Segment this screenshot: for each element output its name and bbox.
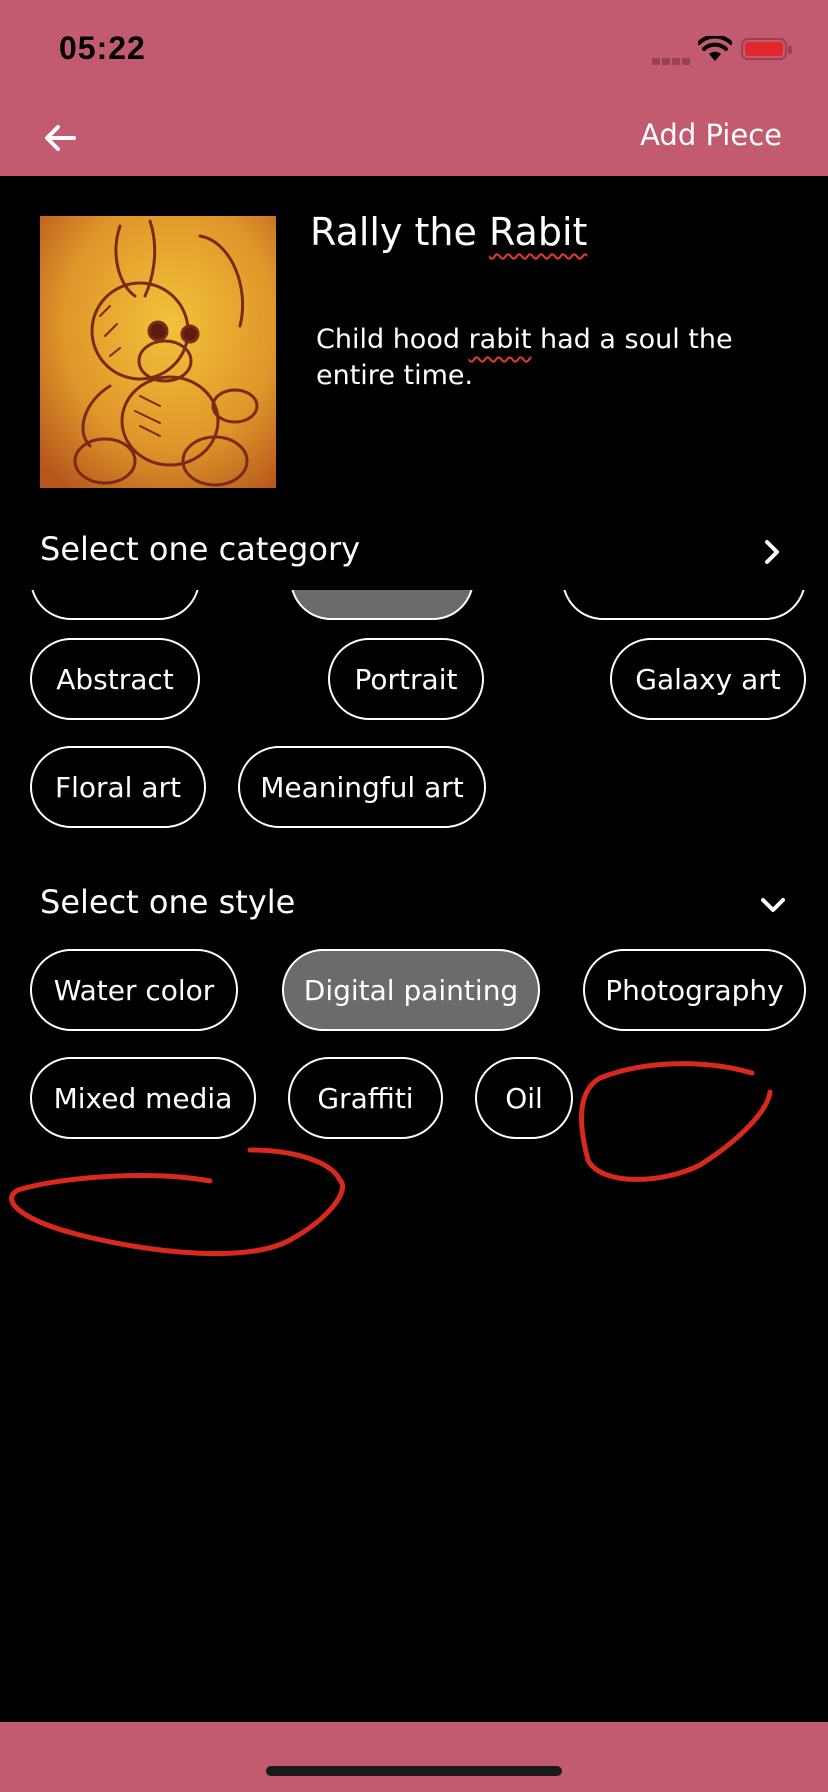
piece-title[interactable]: Rally the Rabit <box>310 210 587 254</box>
status-time: 05:22 <box>59 30 146 66</box>
wifi-icon <box>698 36 732 61</box>
status-bar: 05:22 <box>0 0 828 100</box>
back-arrow-icon[interactable] <box>40 118 80 158</box>
style-chip-photography[interactable]: Photography <box>583 949 806 1031</box>
battery-icon <box>741 38 792 60</box>
chevron-down-icon[interactable] <box>758 890 788 920</box>
nav-title: Add Piece <box>640 118 782 152</box>
home-indicator[interactable] <box>266 1766 562 1776</box>
style-chip-oil[interactable]: Oil <box>475 1057 573 1139</box>
piece-description[interactable]: Child hood rabit had a soul the entire t… <box>316 322 756 394</box>
chevron-right-icon[interactable] <box>757 537 787 567</box>
category-chip-galaxy-art[interactable]: Galaxy art <box>610 638 806 720</box>
category-chip-hidden-selected[interactable] <box>290 590 474 620</box>
category-chip-portrait[interactable]: Portrait <box>328 638 484 720</box>
style-chip-mixed-media[interactable]: Mixed media <box>30 1057 256 1139</box>
nav-bar: Add Piece <box>0 100 828 176</box>
style-chip-water-color[interactable]: Water color <box>30 949 238 1031</box>
style-chip-graffiti[interactable]: Graffiti <box>288 1057 443 1139</box>
artwork-thumbnail[interactable] <box>40 216 276 488</box>
category-chip-hidden[interactable] <box>562 590 806 620</box>
signal-icon <box>652 50 692 69</box>
style-heading[interactable]: Select one style <box>40 883 295 921</box>
style-chip-digital-painting[interactable]: Digital painting <box>282 949 540 1031</box>
category-chip-hidden[interactable] <box>30 590 200 620</box>
category-heading[interactable]: Select one category <box>40 530 360 568</box>
category-chip-meaningful-art[interactable]: Meaningful art <box>238 746 486 828</box>
category-scroll-peek <box>0 590 828 620</box>
category-chip-floral-art[interactable]: Floral art <box>30 746 206 828</box>
bottom-bar <box>0 1722 828 1792</box>
category-chip-abstract[interactable]: Abstract <box>30 638 200 720</box>
